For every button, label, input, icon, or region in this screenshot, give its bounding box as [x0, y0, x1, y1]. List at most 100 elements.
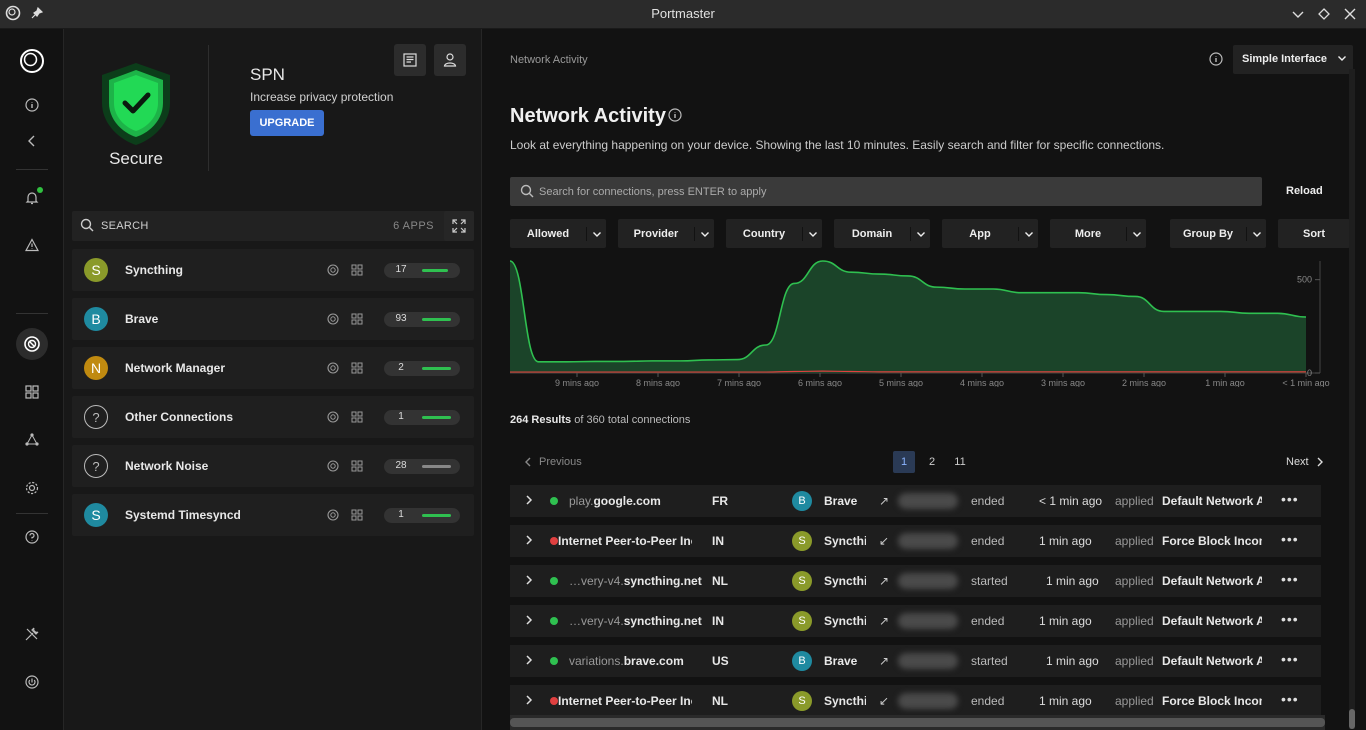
more-options-icon[interactable]: •••	[1281, 651, 1299, 667]
interface-mode-select[interactable]: Simple Interface	[1233, 45, 1353, 74]
more-options-icon[interactable]: •••	[1281, 531, 1299, 547]
settings-gear-icon[interactable]	[16, 472, 48, 504]
chevron-down-icon	[586, 227, 602, 241]
connection-time: 1 min ago	[1039, 694, 1092, 708]
filter-more[interactable]: More	[1050, 219, 1146, 248]
connection-row[interactable]: variations.brave.com US B Brave ↗ started 1 mi…	[510, 645, 1321, 677]
apps-grid-icon[interactable]	[16, 376, 48, 408]
warning-icon[interactable]	[16, 229, 48, 261]
tools-icon[interactable]	[16, 618, 48, 650]
verdict-rule: Default Network Action	[1162, 654, 1262, 668]
search-icon	[520, 184, 534, 203]
expand-chevron-icon[interactable]	[524, 654, 534, 669]
connection-search-input[interactable]: Search for connections, press ENTER to a…	[510, 177, 1262, 206]
group-by-label: Group By	[1182, 228, 1234, 240]
next-page-button[interactable]: Next	[1286, 456, 1325, 468]
notifications-bell-icon[interactable]	[16, 182, 48, 214]
x-tick-label: 2 mins ago	[1122, 378, 1166, 387]
more-options-icon[interactable]: •••	[1281, 691, 1299, 707]
horizontal-scrollbar[interactable]	[510, 715, 1325, 730]
upgrade-button[interactable]: UPGRADE	[250, 110, 324, 136]
app-settings-icon[interactable]	[351, 263, 363, 281]
direction-arrow-icon: ↙	[879, 534, 890, 548]
power-icon[interactable]	[16, 666, 48, 698]
filter-domain[interactable]: Domain	[834, 219, 930, 248]
network-settings-icon[interactable]	[327, 410, 339, 428]
verdict-rule: Default Network Action	[1162, 614, 1262, 628]
app-settings-icon[interactable]	[351, 410, 363, 428]
network-settings-icon[interactable]	[327, 263, 339, 281]
group-by-select[interactable]: Group By	[1170, 219, 1266, 248]
app-row[interactable]: ? Other Connections 1	[72, 396, 474, 438]
expand-chevron-icon[interactable]	[524, 694, 534, 709]
expand-chevron-icon[interactable]	[524, 574, 534, 589]
filter-app[interactable]: App	[942, 219, 1038, 248]
page-number-11[interactable]: 11	[949, 451, 971, 473]
app-avatar: B	[84, 307, 108, 331]
help-icon[interactable]	[16, 521, 48, 553]
network-activity-icon[interactable]	[16, 328, 48, 360]
network-settings-icon[interactable]	[327, 361, 339, 379]
domain-subdomain: …very-v4.	[569, 614, 624, 628]
more-options-icon[interactable]: •••	[1281, 491, 1299, 507]
expand-chevron-icon[interactable]	[524, 614, 534, 629]
close-icon[interactable]	[1342, 6, 1358, 22]
collapse-chevron-icon[interactable]	[16, 125, 48, 157]
connection-row[interactable]: …very-v4.syncthing.net IN S Syncthing ↗ ended…	[510, 605, 1321, 637]
expand-chevron-icon[interactable]	[524, 494, 534, 509]
connection-row[interactable]: play.google.com FR B Brave ↗ ended < 1 min ago…	[510, 485, 1321, 517]
account-button[interactable]	[434, 44, 466, 76]
filter-label: App	[969, 228, 991, 240]
app-row[interactable]: S Syncthing 17	[72, 249, 474, 291]
spn-network-icon[interactable]	[16, 424, 48, 456]
app-row[interactable]: S Systemd Timesyncd 1	[72, 494, 474, 536]
app-search-input[interactable]: SEARCH 6 APPS	[72, 211, 474, 241]
more-options-icon[interactable]: •••	[1281, 571, 1299, 587]
spn-subtitle: Increase privacy protection	[250, 90, 394, 104]
remote-ip-blurred	[898, 493, 958, 509]
nav-portmaster-logo-icon[interactable]	[16, 45, 48, 77]
filter-provider[interactable]: Provider	[618, 219, 714, 248]
maximize-icon[interactable]	[1316, 6, 1332, 22]
scroll-thumb[interactable]	[510, 718, 1325, 727]
reload-button[interactable]: Reload	[1286, 185, 1323, 197]
network-settings-icon[interactable]	[327, 459, 339, 477]
app-row[interactable]: ? Network Noise 28	[72, 445, 474, 487]
vertical-scrollbar[interactable]	[1349, 69, 1355, 729]
expand-chevron-icon[interactable]	[524, 534, 534, 549]
y-tick-label: 500	[1297, 275, 1312, 285]
network-settings-icon[interactable]	[327, 508, 339, 526]
info-icon[interactable]	[16, 89, 48, 121]
scroll-thumb[interactable]	[1349, 709, 1355, 729]
app-avatar: S	[792, 571, 812, 591]
sort-button[interactable]: Sort	[1278, 219, 1350, 248]
connection-row[interactable]: Internet Peer-to-Peer Incoming IN S Syncthi…	[510, 525, 1321, 557]
app-row[interactable]: B Brave 93	[72, 298, 474, 340]
chevron-down-icon	[1018, 227, 1034, 241]
app-settings-icon[interactable]	[351, 361, 363, 379]
app-settings-icon[interactable]	[351, 312, 363, 330]
filter-allowed[interactable]: Allowed	[510, 219, 606, 248]
verdict-dot	[550, 617, 558, 625]
title-info-icon[interactable]	[668, 108, 682, 127]
domain-root: Internet Peer-to-Peer Incoming	[558, 694, 692, 708]
connection-app: Brave	[824, 654, 858, 668]
connection-count: 93	[395, 313, 407, 324]
expand-button[interactable]	[444, 211, 474, 241]
chevron-left-icon	[525, 457, 531, 467]
filter-country[interactable]: Country	[726, 219, 822, 248]
page-number-1[interactable]: 1	[893, 451, 915, 473]
page-number-2[interactable]: 2	[921, 451, 943, 473]
connection-row[interactable]: Internet Peer-to-Peer Incoming NL S Syncthi…	[510, 685, 1321, 717]
previous-page-button[interactable]: Previous	[523, 456, 582, 468]
minimize-icon[interactable]	[1290, 6, 1306, 22]
info-icon[interactable]	[1209, 52, 1223, 71]
app-row[interactable]: N Network Manager 2	[72, 347, 474, 389]
app-settings-icon[interactable]	[351, 508, 363, 526]
connection-row[interactable]: …very-v4.syncthing.net NL S Syncthing ↗ start…	[510, 565, 1321, 597]
documents-button[interactable]	[394, 44, 426, 76]
app-settings-icon[interactable]	[351, 459, 363, 477]
domain-root: syncthing.net	[623, 614, 702, 628]
network-settings-icon[interactable]	[327, 312, 339, 330]
more-options-icon[interactable]: •••	[1281, 611, 1299, 627]
